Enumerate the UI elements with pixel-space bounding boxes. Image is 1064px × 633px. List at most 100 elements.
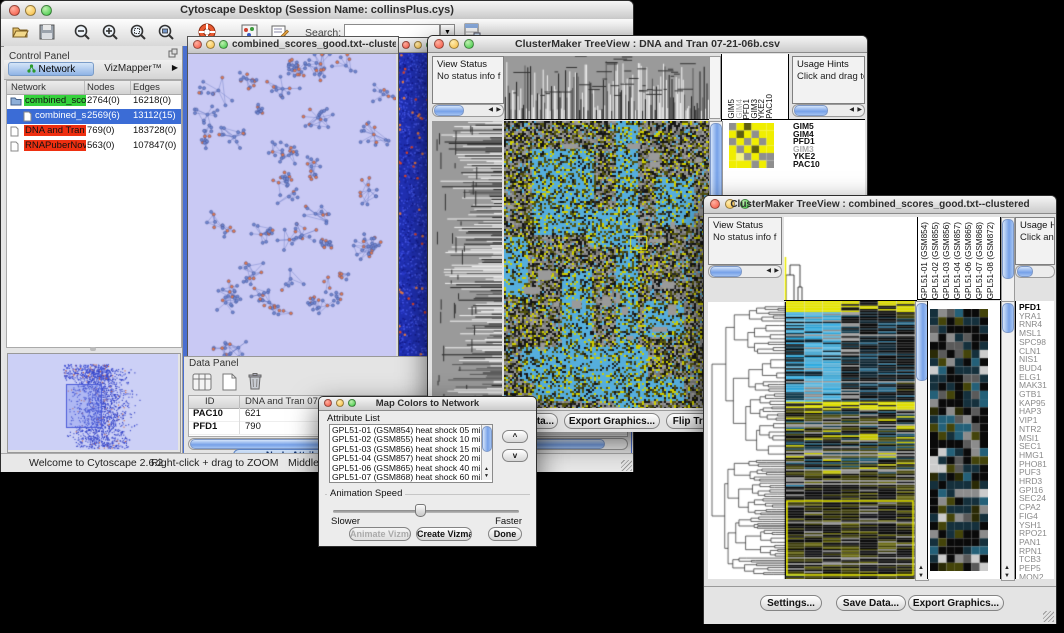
treeview-window-combined: ClusterMaker TreeView : combined_scores_…: [703, 195, 1057, 624]
control-panel-tabs: Network VizMapper™ ▶: [4, 60, 182, 80]
network-row[interactable]: combined_sco2569(6)13112(15): [7, 109, 181, 124]
network-frame-title: combined_scores_good.txt--cluste...: [232, 39, 396, 50]
col-id[interactable]: ID: [205, 396, 215, 407]
zoom-heatmap-panel[interactable]: [927, 301, 1001, 579]
treeview-button[interactable]: Export Graphics...: [908, 595, 1004, 611]
usage-hints-box: Usage Hints Click and drag: [1015, 217, 1055, 265]
scroll-up-icon[interactable]: ▲: [918, 565, 924, 571]
move-down-button[interactable]: v: [502, 449, 528, 462]
network-nodes: 769(0): [87, 125, 114, 136]
attribute-list-vscrollbar[interactable]: ▲ ▼: [481, 425, 492, 480]
array-label: GPL51-06 (GSM865): [965, 222, 973, 299]
save-icon[interactable]: [39, 24, 55, 40]
tab-vizmapper[interactable]: VizMapper™: [98, 62, 168, 76]
network-edges: 13112(15): [133, 110, 176, 121]
treeview-button[interactable]: Export Graphics...: [564, 413, 660, 429]
frame-zoom-button[interactable]: [219, 40, 228, 49]
resize-grip[interactable]: [621, 460, 632, 471]
network-table: Network Nodes Edges combined_scores2764(…: [6, 80, 182, 348]
frame-close-button[interactable]: [402, 41, 410, 49]
col-nodes[interactable]: Nodes: [87, 82, 114, 93]
scroll-down-icon[interactable]: ▼: [1004, 573, 1010, 579]
zoom-row-label[interactable]: PAC10: [793, 161, 865, 169]
col-edges[interactable]: Edges: [133, 82, 160, 93]
tab-network[interactable]: Network: [8, 62, 94, 76]
open-file-icon[interactable]: [11, 24, 29, 40]
scroll-left-icon[interactable]: ◀: [766, 268, 771, 274]
scroll-right-icon[interactable]: ▶: [857, 107, 862, 113]
scroll-down-icon[interactable]: ▼: [918, 573, 924, 579]
zoom-column-label: PAC10: [766, 94, 774, 119]
animate-vizmap-button[interactable]: Animate Vizmap: [349, 527, 411, 541]
view-status-box: View Status No status info f: [432, 56, 504, 104]
view-status-hscrollbar[interactable]: ◀ ▶: [708, 265, 782, 278]
create-vizmap-button[interactable]: Create Vizmap: [416, 527, 472, 541]
label-vscrollbar[interactable]: [1001, 217, 1015, 302]
treeview-button[interactable]: Settings...: [760, 595, 822, 611]
list-item[interactable]: GPL51-07 (GSM868) heat shock 60 min: [332, 473, 492, 482]
main-titlebar[interactable]: Cytoscape Desktop (Session Name: collins…: [1, 1, 633, 20]
network-row[interactable]: DNA and Tran 07769(0)183728(0): [7, 124, 181, 139]
header-scroll-strip[interactable]: [709, 56, 721, 119]
zoom-matrix-canvas[interactable]: [729, 123, 774, 168]
select-attributes-icon[interactable]: [192, 373, 212, 391]
gene-label[interactable]: MON2: [1019, 573, 1054, 579]
scroll-right-icon[interactable]: ▶: [496, 107, 501, 113]
scroll-left-icon[interactable]: ◀: [849, 107, 854, 113]
zoom-in-icon[interactable]: [101, 23, 119, 41]
birdseye-view[interactable]: [7, 353, 181, 453]
network-frame-1-titlebar[interactable]: combined_scores_good.txt--cluste...: [188, 37, 398, 54]
dialog-titlebar[interactable]: Map Colors to Network: [319, 397, 536, 411]
frame-minimize-button[interactable]: [414, 41, 422, 49]
usage-hints-box: Usage Hints Click and drag to: [792, 56, 865, 104]
slider-thumb[interactable]: [415, 504, 426, 517]
zoom-vscrollbar[interactable]: ▲ ▼: [1001, 301, 1015, 581]
array-label-panel: GPL51-01 (GSM854)GPL51-02 (GSM855)GPL51-…: [917, 217, 1001, 300]
array-label: GPL51-02 (GSM855): [932, 222, 940, 299]
move-up-button[interactable]: ^: [502, 430, 528, 443]
zoom-out-icon[interactable]: [73, 23, 91, 41]
tab-overflow-arrow[interactable]: ▶: [172, 63, 178, 72]
scroll-up-icon[interactable]: ▲: [1004, 565, 1010, 571]
split-handle[interactable]: [90, 347, 96, 351]
usage-hints-hscrollbar[interactable]: [1015, 265, 1055, 278]
network-nodes: 2764(0): [87, 95, 120, 106]
frame-minimize-button[interactable]: [206, 40, 215, 49]
zoom-selected-icon[interactable]: [129, 23, 147, 41]
animation-speed-slider[interactable]: [333, 510, 519, 513]
birdseye-canvas[interactable]: [8, 354, 178, 450]
network-row[interactable]: combined_scores2764(0)16218(0): [7, 94, 181, 109]
scroll-up-icon[interactable]: ▲: [484, 466, 489, 472]
window-title: ClusterMaker TreeView : DNA and Tran 07-…: [428, 38, 867, 50]
heatmap-main[interactable]: [786, 301, 915, 579]
scroll-down-icon[interactable]: ▼: [484, 473, 489, 479]
done-button[interactable]: Done: [488, 527, 522, 541]
zoom-fit-icon[interactable]: [157, 23, 175, 41]
network-row[interactable]: RNAPuberNov2+563(0)107847(0): [7, 139, 181, 154]
treeview-dna-titlebar[interactable]: ClusterMaker TreeView : DNA and Tran 07-…: [428, 36, 867, 53]
resize-grip[interactable]: [1043, 611, 1054, 622]
view-status-hscrollbar[interactable]: ◀ ▶: [432, 104, 504, 117]
float-panel-icon[interactable]: [168, 48, 178, 58]
tab-vizmapper-label: VizMapper™: [104, 63, 162, 74]
document-icon: [10, 141, 22, 152]
treeview-combined-titlebar[interactable]: ClusterMaker TreeView : combined_scores_…: [704, 196, 1056, 214]
frame-close-button[interactable]: [193, 40, 202, 49]
usage-hints-hscrollbar[interactable]: ◀ ▶: [792, 104, 865, 117]
treeview-button[interactable]: Save Data...: [836, 595, 906, 611]
network-view-canvas[interactable]: [188, 54, 396, 358]
dialog-title: Map Colors to Network: [319, 398, 536, 409]
row-dendrogram[interactable]: [708, 302, 786, 579]
scroll-left-icon[interactable]: ◀: [488, 107, 493, 113]
column-dendrogram[interactable]: [784, 217, 917, 301]
new-attribute-icon[interactable]: [220, 373, 238, 391]
attribute-listbox[interactable]: GPL51-01 (GSM854) heat shock 05 minGPL51…: [329, 424, 493, 483]
col-network[interactable]: Network: [11, 82, 46, 93]
row-dendrogram[interactable]: [432, 121, 502, 408]
heatmap-main[interactable]: [504, 121, 709, 408]
delete-attribute-icon[interactable]: [246, 372, 264, 391]
column-dendrogram[interactable]: [504, 56, 709, 120]
array-label: GPL51-08 (GSM872): [987, 222, 995, 299]
scroll-right-icon[interactable]: ▶: [774, 268, 779, 274]
network-edges: 16218(0): [133, 95, 171, 106]
